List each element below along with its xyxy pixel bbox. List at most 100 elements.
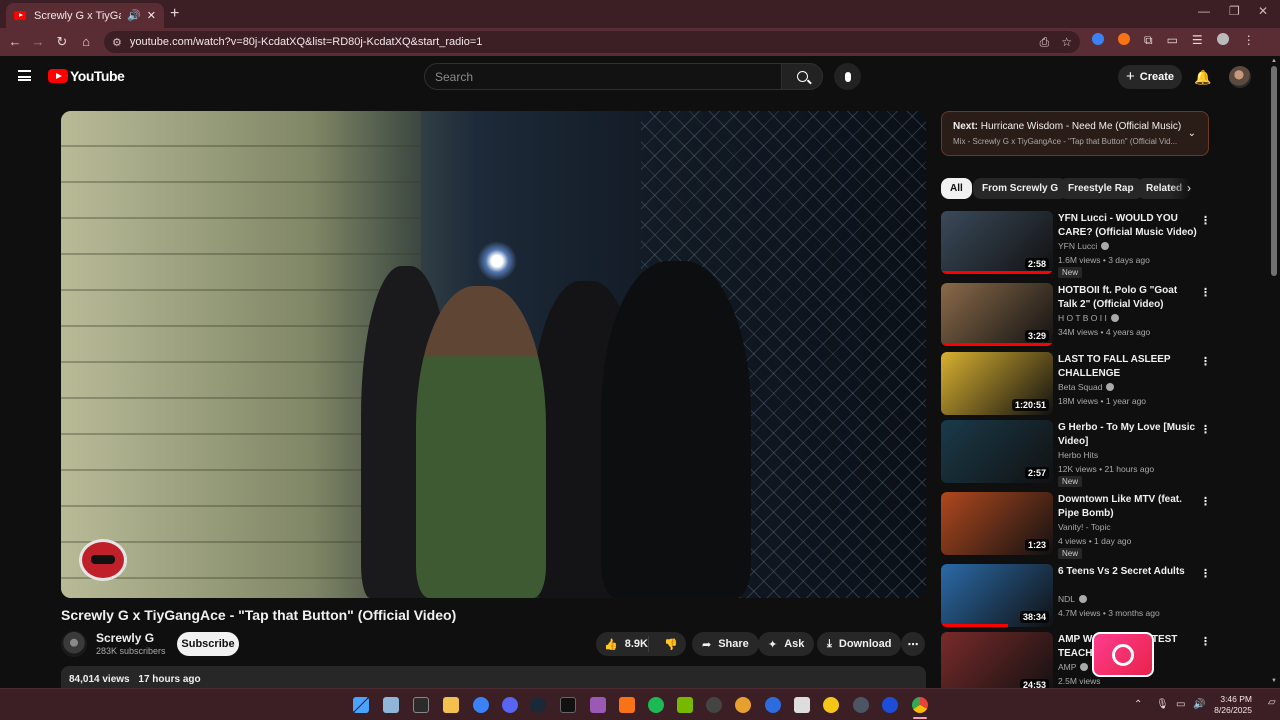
recommendation-title[interactable]: G Herbo - To My Love [Music Video]: [1058, 421, 1198, 448]
mic-tray-icon[interactable]: 🎙: [1156, 699, 1169, 710]
close-window-icon[interactable]: ✕: [1258, 4, 1268, 18]
reading-list-icon[interactable]: ☰: [1192, 33, 1203, 48]
volume-tray-icon[interactable]: 🔊: [1193, 699, 1205, 710]
recommendation-item[interactable]: 2:58 YFN Lucci - WOULD YOU CARE? (Officia…: [941, 211, 1211, 278]
profile-icon[interactable]: [1216, 33, 1229, 45]
split-view-icon[interactable]: ▭: [1167, 33, 1178, 48]
chip-all[interactable]: All: [941, 178, 972, 199]
search-button[interactable]: [781, 63, 823, 90]
recommendation-channel[interactable]: YFN Lucci: [1058, 241, 1110, 251]
more-vertical-icon[interactable]: ⋮: [1200, 495, 1211, 508]
chip-freestyle-rap[interactable]: Freestyle Rap: [1059, 178, 1143, 199]
video-player[interactable]: [61, 111, 926, 598]
scroll-down-icon[interactable]: ▼: [1271, 678, 1277, 684]
recommendation-item[interactable]: 3:29 HOTBOII ft. Polo G "Goat Talk 2" (Of…: [941, 283, 1211, 349]
system-clock[interactable]: 3:46 PM 8/26/2025: [1210, 694, 1252, 716]
share-button[interactable]: ➦ Share: [692, 632, 759, 656]
recommendation-item[interactable]: 2:57 G Herbo - To My Love [Music Video] He…: [941, 420, 1211, 487]
search-input[interactable]: [435, 69, 771, 84]
iv-app-icon[interactable]: [794, 697, 810, 713]
discord-icon[interactable]: [502, 697, 518, 713]
more-vertical-icon[interactable]: ⋮: [1200, 286, 1211, 299]
nvidia-icon[interactable]: [677, 697, 693, 713]
more-vertical-icon[interactable]: ⋮: [1200, 355, 1211, 368]
more-vertical-icon[interactable]: ⋮: [1200, 214, 1211, 227]
forward-icon[interactable]: →: [26, 34, 50, 49]
file-explorer-icon[interactable]: [443, 697, 459, 713]
more-vertical-icon[interactable]: ⋮: [1200, 635, 1211, 648]
home-icon[interactable]: ⌂: [74, 34, 98, 49]
account-avatar[interactable]: [1229, 66, 1251, 88]
floating-extension-button[interactable]: [1092, 632, 1154, 677]
video-thumbnail[interactable]: 1:20:51: [941, 352, 1053, 415]
media-app-icon[interactable]: [560, 697, 576, 713]
notification-center-icon[interactable]: ▱: [1268, 697, 1276, 708]
extensions-puzzle-icon[interactable]: ⧉: [1144, 33, 1153, 48]
clock-app-icon[interactable]: [735, 697, 751, 713]
recommendation-channel[interactable]: NDL: [1058, 594, 1088, 604]
recommendation-item[interactable]: 38:34 6 Teens Vs 2 Secret Adults NDL 4.7M v…: [941, 564, 1211, 630]
restore-icon[interactable]: ❐: [1229, 4, 1240, 18]
recommendation-channel[interactable]: Herbo Hits: [1058, 450, 1098, 460]
voice-search-button[interactable]: [834, 63, 861, 90]
scroll-up-icon[interactable]: ▲: [1271, 58, 1277, 64]
photos-app-icon[interactable]: [383, 697, 399, 713]
video-thumbnail[interactable]: 3:29: [941, 283, 1053, 346]
address-bar[interactable]: ⚙ youtube.com/watch?v=80j-KcdatXQ&list=R…: [104, 31, 1080, 53]
speaker-icon[interactable]: 🔊: [127, 9, 141, 22]
channel-name[interactable]: Screwly G: [96, 631, 154, 645]
more-actions-button[interactable]: ⋯: [901, 632, 925, 656]
network-app-icon[interactable]: [765, 697, 781, 713]
recommendation-title[interactable]: YFN Lucci - WOULD YOU CARE? (Official Mu…: [1058, 212, 1198, 239]
channel-watermark-icon[interactable]: [79, 539, 127, 581]
youtube-logo[interactable]: YouTube: [48, 68, 125, 84]
more-vertical-icon[interactable]: ⋮: [1200, 423, 1211, 436]
download-button[interactable]: ⤓ Download: [817, 632, 902, 656]
recommendation-title[interactable]: LAST TO FALL ASLEEP CHALLENGE: [1058, 353, 1198, 380]
chip-from-channel[interactable]: From Screwly G: [973, 178, 1068, 199]
notifications-bell-icon[interactable]: 🔔: [1194, 69, 1211, 86]
start-windows-icon[interactable]: [353, 697, 369, 713]
subscribe-button[interactable]: Subscribe: [177, 632, 239, 656]
steam-icon[interactable]: [530, 697, 546, 713]
reload-icon[interactable]: ↻: [50, 34, 74, 50]
like-button[interactable]: 👍 8.9K: [596, 636, 649, 652]
chrome-taskbar-icon[interactable]: [912, 697, 928, 713]
brave-like-app-icon[interactable]: [619, 697, 635, 713]
extension-shield-icon[interactable]: [1092, 33, 1104, 45]
extension-fox-icon[interactable]: [1118, 33, 1130, 45]
recommendation-item[interactable]: 1:20:51 LAST TO FALL ASLEEP CHALLENGE Beta…: [941, 352, 1211, 418]
minimize-icon[interactable]: —: [1198, 4, 1210, 18]
emoji-app-icon[interactable]: [823, 697, 839, 713]
utility-app-icon[interactable]: [853, 697, 869, 713]
channel-avatar[interactable]: [61, 631, 87, 657]
install-app-icon[interactable]: ⎙: [1040, 35, 1050, 50]
tray-overflow-icon[interactable]: ⌃: [1134, 699, 1142, 710]
recommendation-channel[interactable]: H O T B O I I: [1058, 313, 1119, 323]
video-thumbnail[interactable]: 2:58: [941, 211, 1053, 274]
hamburger-menu-icon[interactable]: [18, 70, 31, 81]
page-scrollbar[interactable]: ▲ ▼: [1268, 56, 1280, 688]
network-tray-icon[interactable]: ▭: [1176, 699, 1185, 710]
site-info-icon[interactable]: ⚙: [112, 36, 122, 49]
recommendation-channel[interactable]: AMP: [1058, 662, 1089, 672]
github-icon[interactable]: [706, 697, 722, 713]
chevron-right-icon[interactable]: ›: [1187, 181, 1191, 195]
video-thumbnail[interactable]: 38:34: [941, 564, 1053, 627]
bookmark-star-icon[interactable]: ☆: [1061, 35, 1072, 49]
recommendation-channel[interactable]: Vanity! - Topic: [1058, 522, 1111, 532]
scrollbar-thumb[interactable]: [1271, 66, 1277, 276]
chrome-profile-icon[interactable]: [473, 697, 489, 713]
chevron-down-icon[interactable]: ⌄: [1188, 128, 1196, 139]
recommendation-item[interactable]: 1:23 Downtown Like MTV (feat. Pipe Bomb) V…: [941, 492, 1211, 559]
new-tab-icon[interactable]: +: [170, 5, 179, 23]
recommendation-title[interactable]: Downtown Like MTV (feat. Pipe Bomb): [1058, 493, 1198, 520]
create-button[interactable]: + Create: [1118, 65, 1182, 89]
browser-menu-icon[interactable]: ⋮: [1243, 33, 1255, 48]
video-thumbnail[interactable]: 24:53: [941, 632, 1053, 695]
search-box[interactable]: [424, 63, 782, 90]
dislike-button[interactable]: 👎: [656, 638, 686, 651]
feather-app-icon[interactable]: [590, 697, 606, 713]
close-tab-icon[interactable]: ✕: [147, 9, 156, 22]
video-thumbnail[interactable]: 2:57: [941, 420, 1053, 483]
